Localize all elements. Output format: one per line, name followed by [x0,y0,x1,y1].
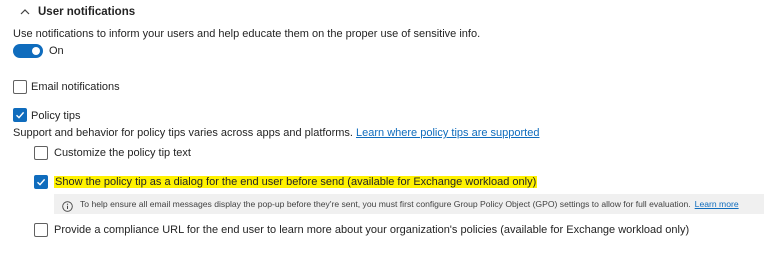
policy-tips-checkbox[interactable] [13,108,27,122]
compliance-url-label: Provide a compliance URL for the end use… [54,224,690,236]
compliance-url-checkbox[interactable] [34,223,48,237]
email-notifications-label: Email notifications [31,81,120,93]
section-description: Use notifications to inform your users a… [13,28,481,40]
notifications-toggle[interactable] [13,44,43,58]
checkmark-icon [37,178,46,186]
info-icon [62,199,73,212]
customize-tip-checkbox[interactable] [34,146,48,160]
dialog-tip-label-row: Show the policy tip as a dialog for the … [54,176,538,188]
customize-tip-label: Customize the policy tip text [54,147,191,159]
info-message-bar: To help ensure all email messages displa… [54,194,764,214]
policy-tips-learn-link[interactable]: Learn where policy tips are supported [356,127,539,139]
chevron-up-icon[interactable] [18,5,32,19]
section-header-user-notifications[interactable]: User notifications [18,4,135,20]
policy-tips-description-row: Support and behavior for policy tips var… [13,127,539,139]
email-notifications-checkbox[interactable] [13,80,27,94]
toggle-knob [32,47,40,55]
dialog-tip-label: Show the policy tip as a dialog for the … [54,176,538,188]
policy-tips-description: Support and behavior for policy tips var… [13,127,353,139]
dialog-tip-checkbox[interactable] [34,175,48,189]
info-learn-more-link[interactable]: Learn more [695,199,739,209]
checkmark-icon [16,111,25,119]
section-title: User notifications [38,6,136,18]
toggle-label: On [49,45,64,57]
info-text: To help ensure all email messages displa… [80,199,691,209]
policy-tips-label: Policy tips [31,110,81,122]
